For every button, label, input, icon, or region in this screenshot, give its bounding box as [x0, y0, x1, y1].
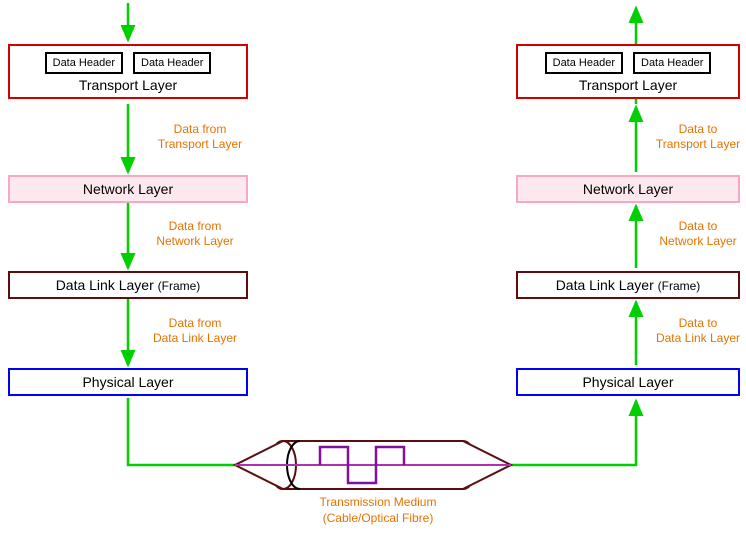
arrow-label-datalink-right: Data toData Link Layer: [648, 316, 746, 346]
arrow-label-datalink-left: Data fromData Link Layer: [140, 316, 250, 346]
arrow-label-transport-left: Data fromTransport Layer: [140, 122, 260, 152]
data-header-box-left-1: Data Header: [45, 52, 123, 74]
network-layer-title-right: Network Layer: [583, 181, 673, 197]
datalink-layer-right: Data Link Layer (Frame): [516, 271, 740, 299]
transport-layer-right: Data Header Data Header Transport Layer: [516, 44, 740, 99]
data-header-box-left-2: Data Header: [133, 52, 211, 74]
physical-layer-title-right: Physical Layer: [582, 374, 673, 390]
datalink-frame-label-left: (Frame): [158, 279, 201, 293]
transport-layer-left: Data Header Data Header Transport Layer: [8, 44, 248, 99]
network-layer-title-left: Network Layer: [83, 181, 173, 197]
data-header-box-right-1: Data Header: [545, 52, 623, 74]
network-layer-right: Network Layer: [516, 175, 740, 203]
datalink-layer-left: Data Link Layer (Frame): [8, 271, 248, 299]
datalink-frame-label-right: (Frame): [658, 279, 701, 293]
arrow-physical-to-medium-left: [128, 398, 268, 465]
data-header-box-right-2: Data Header: [633, 52, 711, 74]
network-layer-left: Network Layer: [8, 175, 248, 203]
physical-layer-left: Physical Layer: [8, 368, 248, 396]
physical-layer-right: Physical Layer: [516, 368, 740, 396]
transport-layer-title-left: Transport Layer: [18, 77, 238, 93]
datalink-layer-title-left: Data Link Layer: [56, 277, 154, 293]
physical-layer-title-left: Physical Layer: [82, 374, 173, 390]
arrow-medium-to-physical-right: [478, 401, 636, 465]
datalink-layer-title-right: Data Link Layer: [556, 277, 654, 293]
transmission-medium-label: Transmission Medium (Cable/Optical Fibre…: [303, 495, 453, 526]
arrow-label-network-left: Data fromNetwork Layer: [140, 219, 250, 249]
transport-layer-title-right: Transport Layer: [526, 77, 730, 93]
transmission-medium-shape: [235, 441, 511, 489]
arrow-label-transport-right: Data toTransport Layer: [648, 122, 746, 152]
arrow-label-network-right: Data toNetwork Layer: [648, 219, 746, 249]
medium-line1: Transmission Medium: [320, 495, 437, 509]
medium-line2: (Cable/Optical Fibre): [323, 511, 434, 525]
